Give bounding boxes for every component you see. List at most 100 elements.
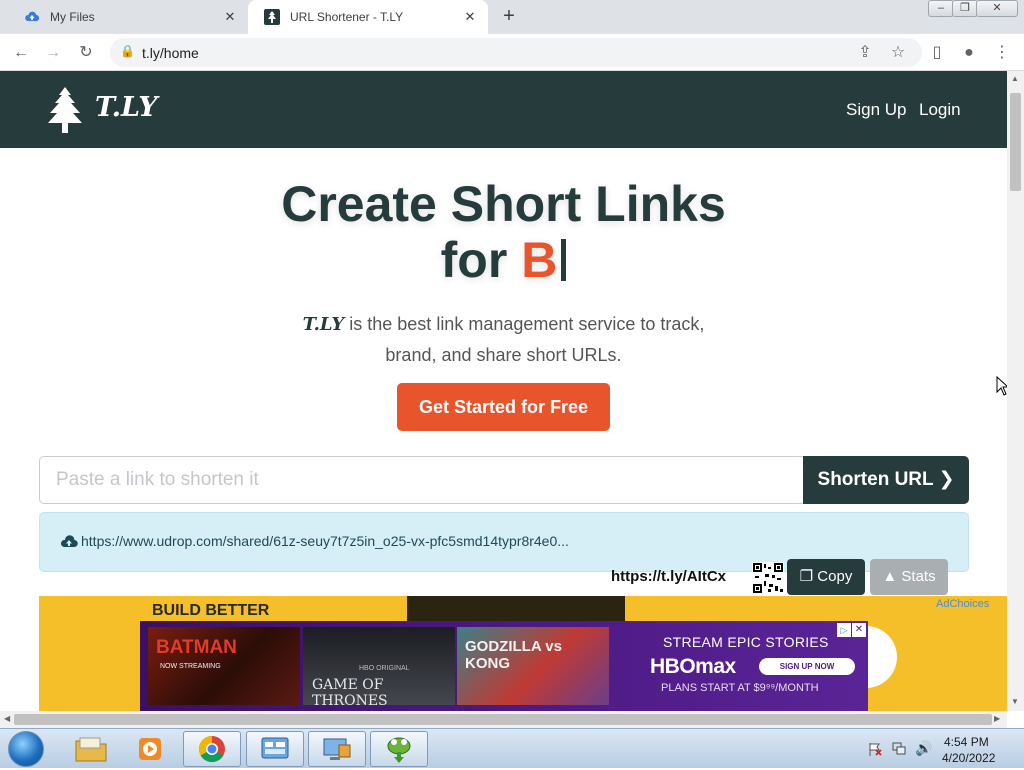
ad-headline: BUILD BETTER [152,602,270,619]
ad-tile-subtitle: NOW STREAMING [160,663,221,670]
scrollbar-thumb[interactable] [14,714,992,725]
taskbar-control-panel[interactable] [246,731,304,767]
scroll-right-icon[interactable]: ▶ [994,714,1000,723]
network-icon[interactable] [891,741,907,757]
get-started-button[interactable]: Get Started for Free [397,383,610,431]
close-window-button[interactable]: ✕ [976,0,1018,17]
ad-tile-title: GAME OF THRONES [312,677,388,705]
hero-brand: T.LY [302,314,345,335]
taskbar-remote-desktop[interactable] [308,731,366,767]
control-panel-icon [261,737,289,759]
ad-tile-subtitle: HBO ORIGINAL [359,665,410,672]
hero-subtitle: T.LY is the best link management service… [0,309,1007,371]
close-tab-icon[interactable]: ✕ [222,9,238,25]
tly-favicon-icon [264,9,280,25]
tab-my-files[interactable]: My Files ✕ [8,0,248,34]
chevron-right-icon: ❯ [938,469,955,490]
original-long-url[interactable]: https://www.udrop.com/shared/61z-seuy7t7… [81,533,569,549]
short-url-link[interactable]: https://t.ly/AItCx [611,568,726,585]
back-arrow-icon[interactable]: ← [10,42,32,64]
cloud-upload-icon [25,11,40,22]
scroll-left-icon[interactable]: ◀ [4,714,10,723]
ad-tile-title: BATMAN [156,637,237,658]
scroll-down-icon[interactable]: ▼ [1011,697,1019,706]
tree-logo-icon[interactable] [42,85,88,135]
site-logo-text[interactable]: T.LY [95,92,158,123]
stats-button[interactable]: ▲ Stats [870,559,948,595]
lock-icon[interactable]: 🔒 [120,44,135,58]
address-bar[interactable]: 🔒 [110,38,922,67]
site-header: T.LY Sign Up Login [0,71,1007,148]
profile-avatar-icon[interactable]: ● [958,42,980,64]
typed-word: B [521,232,558,288]
clock-date[interactable]: 4/20/2022 [942,751,995,765]
link-input[interactable] [39,456,804,504]
adchoices-link[interactable]: AdChoices [936,598,989,610]
hero-title: Create Short Links for B [0,176,1007,288]
horizontal-scrollbar[interactable]: ◀ ▶ [0,711,1007,728]
tab-url-shortener[interactable]: URL Shortener - T.LY ✕ [248,0,488,34]
tab-title: URL Shortener - T.LY [290,10,404,24]
ad-tile-batman[interactable]: BATMAN NOW STREAMING [148,627,300,705]
folder-icon [75,737,107,762]
hero-subtitle-line2: brand, and share short URLs. [385,345,622,365]
scroll-up-icon[interactable]: ▲ [1011,74,1019,83]
sidebar-icon[interactable]: ▯ [926,42,948,64]
browser-tab-strip: My Files ✕ URL Shortener - T.LY ✕ + – ❐ … [0,0,1024,34]
share-icon[interactable]: ⇪ [854,42,876,64]
bookmark-star-icon[interactable]: ☆ [887,42,909,64]
shorten-url-button[interactable]: Shorten URL ❯ [803,456,969,504]
nav-sign-up[interactable]: Sign Up [846,100,906,120]
copy-icon: ❐ [799,568,814,585]
close-ad-icon[interactable]: ✕ [852,623,866,637]
ad-tile-godzilla-kong[interactable]: GODZILLA vs KONG [457,627,609,705]
windows-taskbar: 🔊 4:54 PM 4/20/2022 [0,728,1024,768]
reload-icon[interactable]: ↻ [75,42,97,64]
tab-title: My Files [50,10,95,24]
minimize-button[interactable]: – [928,0,954,17]
scrollbar-thumb[interactable] [1010,93,1021,191]
advertisement-banner[interactable]: BUILD BETTER AdChoices BATMAN NOW STREAM… [39,596,1007,711]
chrome-icon [198,735,225,763]
maximize-button[interactable]: ❐ [952,0,978,17]
forward-arrow-icon[interactable]: → [42,42,64,64]
start-button[interactable] [8,731,44,767]
chart-icon: ▲ [882,568,898,585]
hero-title-line2: for B [0,232,1007,288]
taskbar-app[interactable] [370,731,428,767]
hero-subtitle-text: is the best link management service to t… [344,314,705,334]
clock-time[interactable]: 4:54 PM [944,735,989,749]
ad-info-icon[interactable]: ▷ [837,623,851,637]
volume-icon[interactable]: 🔊 [915,740,932,757]
page-viewport: T.LY Sign Up Login Create Short Links fo… [0,71,1007,711]
copy-button[interactable]: ❐ Copy [787,559,865,595]
ad-tile-title: GODZILLA vs KONG [465,638,562,672]
action-center-flag-icon[interactable] [867,741,883,757]
url-field[interactable] [142,43,842,63]
hbo-max-ad[interactable]: BATMAN NOW STREAMING HBO ORIGINAL GAME O… [140,621,868,711]
ad-tile-game-of-thrones[interactable]: HBO ORIGINAL GAME OF THRONES [303,627,455,705]
cloud-upload-icon [60,535,78,548]
new-tab-button[interactable]: + [496,5,522,29]
hero-title-prefix: for [440,232,508,288]
frog-download-icon [387,737,411,763]
hero-subtitle-line1: T.LY is the best link management service… [0,309,1007,340]
taskbar-chrome[interactable] [183,731,241,767]
hbo-max-logo: HBOmax [650,655,736,678]
ad-tagline: STREAM EPIC STORIES [663,634,829,650]
media-player-icon [139,738,161,760]
ad-sign-up-button[interactable]: SIGN UP NOW [759,658,855,675]
shorten-url-label: Shorten URL [817,469,934,490]
taskbar-explorer[interactable] [62,731,120,767]
stats-label: Stats [901,568,936,585]
menu-kebab-icon[interactable]: ⋮ [991,42,1013,64]
nav-login[interactable]: Login [919,100,961,120]
vertical-scrollbar[interactable]: ▲ ▼ [1007,71,1024,711]
ad-pricing-text: PLANS START AT $9⁹⁹/MONTH [661,682,819,694]
taskbar-media-player[interactable] [122,731,180,767]
typing-cursor [561,239,567,281]
remote-desktop-icon [323,738,351,760]
qr-code-icon[interactable] [752,562,784,594]
close-tab-icon[interactable]: ✕ [462,9,478,25]
hero-title-line1: Create Short Links [281,176,726,232]
